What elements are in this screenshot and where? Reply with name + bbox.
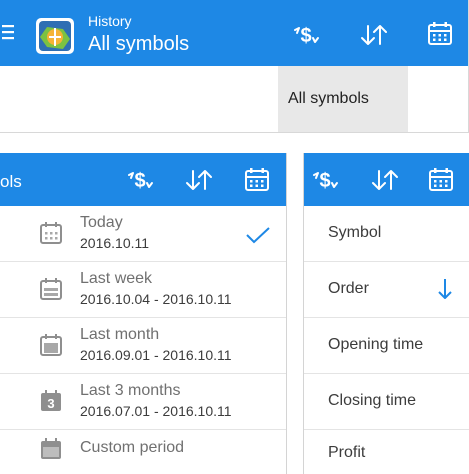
- sort-icon[interactable]: [360, 24, 388, 46]
- period-label: Today: [80, 214, 123, 231]
- header-title: History: [88, 13, 132, 29]
- symbol-filter-icon[interactable]: $: [293, 24, 321, 46]
- sort-label: Profit: [328, 444, 366, 461]
- header-subtitle[interactable]: All symbols: [88, 33, 189, 56]
- sort-label: Order: [328, 280, 369, 297]
- sort-item-opening-time[interactable]: Opening time: [304, 318, 469, 374]
- svg-text:$: $: [319, 170, 330, 191]
- calendar-week-icon: [40, 278, 62, 300]
- symbol-filter-icon[interactable]: $: [312, 169, 340, 191]
- period-range: 2016.07.01 - 2016.10.11: [80, 403, 232, 419]
- calendar-icon[interactable]: [428, 166, 454, 192]
- period-item-custom[interactable]: Custom period: [0, 430, 286, 474]
- sort-panel: $ Symbol Order Opening time Closing time…: [303, 153, 469, 474]
- calendar-custom-icon: [41, 438, 61, 459]
- arrow-down-icon: [438, 279, 452, 299]
- sort-item-closing-time[interactable]: Closing time: [304, 374, 469, 430]
- dropdown-item-all-symbols[interactable]: All symbols: [288, 90, 369, 108]
- period-label: Last month: [80, 326, 160, 343]
- period-range: 2016.09.01 - 2016.10.11: [80, 347, 232, 363]
- top-panel: History All symbols $ All symbols: [0, 0, 469, 133]
- sort-label: Opening time: [328, 336, 424, 353]
- top-toolbar: History All symbols $: [0, 0, 468, 66]
- svg-text:$: $: [134, 170, 145, 191]
- sort-item-order[interactable]: Order: [304, 262, 469, 318]
- svg-text:$: $: [300, 25, 311, 46]
- period-range: 2016.10.11: [80, 235, 150, 251]
- calendar-digit: 3: [47, 396, 55, 411]
- period-panel: ols $ Today 2016.10.11 Last week 2016.10…: [0, 153, 287, 474]
- header-partial-title: ols: [0, 172, 22, 191]
- period-item-last-week[interactable]: Last week 2016.10.04 - 2016.10.11: [0, 262, 286, 318]
- sort-label: Closing time: [328, 392, 417, 409]
- symbol-filter-icon[interactable]: $: [127, 169, 155, 191]
- calendar-3-months-icon: 3: [40, 390, 62, 412]
- period-label: Custom period: [80, 439, 185, 456]
- calendar-month-icon: [40, 334, 62, 356]
- period-label: Last week: [80, 270, 153, 287]
- period-item-today[interactable]: Today 2016.10.11: [0, 206, 286, 262]
- sort-toolbar: $: [304, 153, 469, 206]
- sort-icon[interactable]: [371, 169, 399, 191]
- period-label: Last 3 months: [80, 382, 181, 399]
- period-item-last-month[interactable]: Last month 2016.09.01 - 2016.10.11: [0, 318, 286, 374]
- sort-item-profit[interactable]: Profit: [304, 430, 469, 474]
- calendar-icon[interactable]: [427, 20, 453, 46]
- sort-label: Symbol: [328, 224, 382, 241]
- calendar-day-icon: [40, 222, 62, 244]
- checkmark-icon: [246, 227, 270, 244]
- sort-icon[interactable]: [185, 169, 213, 191]
- period-range: 2016.10.04 - 2016.10.11: [80, 291, 232, 307]
- app-logo-icon: [36, 18, 74, 54]
- symbols-dropdown: All symbols: [278, 66, 408, 132]
- period-toolbar: ols $: [0, 153, 286, 206]
- sort-item-symbol[interactable]: Symbol: [304, 206, 469, 262]
- calendar-icon[interactable]: [244, 166, 270, 192]
- period-item-last-3-months[interactable]: 3 Last 3 months 2016.07.01 - 2016.10.11: [0, 374, 286, 430]
- menu-icon[interactable]: [2, 24, 14, 40]
